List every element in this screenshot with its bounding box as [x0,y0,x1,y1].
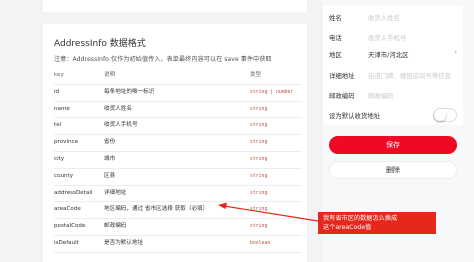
address-detail-field[interactable]: 详细地址 街道门牌、楼层房间号等信息 [323,64,463,86]
table-row: tel 收货人手机号 string [54,118,302,136]
default-address-label: 设为默认收货地址 [329,112,381,120]
postal-code-input[interactable]: 邮政编码 [368,91,394,100]
row-desc: 详细地址 [104,189,127,196]
area-field[interactable]: 地区 天津市/河北区 › [323,43,463,65]
table-row: name 收货人姓名 string [54,102,302,119]
address-detail-input[interactable]: 街道门牌、楼层房间号等信息 [368,71,451,80]
row-desc: 区县 [104,172,116,179]
row-desc: 是否为默认地址 [104,239,144,246]
row-type: string [250,123,268,129]
row-desc: 地区编码，通过 省市区选择 获取（必填） [104,206,209,213]
previous-card [43,0,307,12]
row-type: string [250,106,268,112]
row-type: string [250,156,268,162]
default-address-row: 设为默认收货地址 [323,104,463,125]
table-row: id 每条地址的唯一标识 string | number [54,85,302,102]
row-type: string [250,140,268,146]
address-detail-label: 详细地址 [329,72,355,80]
row-key: isDefault [54,239,79,246]
row-key: areaCode [54,206,81,213]
name-field[interactable]: 姓名 收货人姓名 [323,6,463,28]
col-type: 类型 [250,72,262,78]
area-value[interactable]: 天津市/河北区 [368,50,409,59]
row-key: name [54,105,70,112]
table-row: city 城市 string [54,152,302,169]
row-key: addressDetail [54,189,93,196]
doc-note: 注意：AddressInfo 仅作为初始值传入，表单最终内容可以在 save 事… [54,56,272,63]
table-row: province 省份 string [54,135,302,152]
area-label: 地区 [329,51,342,59]
params-table: key 说明 类型 id 每条地址的唯一标识 string | number n… [54,68,302,253]
row-key: city [54,155,65,162]
col-key: key [54,72,64,78]
row-desc: 收货人手机号 [104,122,138,129]
row-desc: 城市 [104,155,116,162]
save-button[interactable]: 保存 [329,136,457,154]
row-key: postalCode [54,223,86,230]
name-label: 姓名 [329,14,342,22]
row-type: string [250,207,268,213]
name-input[interactable]: 收货人姓名 [368,13,400,22]
chevron-right-icon: › [454,48,457,56]
row-key: tel [54,122,62,129]
annotation-line-2: 这个areaCode值 [323,224,372,231]
annotation-callout: 我有省市区的数据怎么换成 这个areaCode值 [318,212,436,234]
postal-code-field[interactable]: 邮政编码 邮政编码 [323,84,463,106]
postal-code-label: 邮政编码 [329,92,355,100]
row-type: boolean [250,240,271,246]
switch-knob [434,109,446,121]
table-header: key 说明 类型 [54,68,302,85]
row-key: id [54,88,60,95]
row-type: string | number [250,89,294,95]
delete-button[interactable]: 删除 [329,161,457,179]
doc-card: AddressInfo 数据格式 注意：AddressInfo 仅作为初始值传入… [43,24,307,262]
row-desc: 收货人姓名 [104,105,132,112]
tel-input[interactable]: 收货人手机号 [368,33,406,42]
row-desc: 省份 [104,139,116,146]
doc-title: AddressInfo 数据格式 [54,39,146,49]
row-type: string [250,190,268,196]
table-row: postalCode 邮政编码 string [54,219,302,236]
row-key: county [54,172,74,179]
table-row: county 区县 string [54,169,302,186]
annotation-line-1: 我有省市区的数据怎么换成 [323,215,398,222]
table-row: addressDetail 详细地址 string [54,186,302,203]
row-key: province [54,139,79,146]
col-desc: 说明 [104,72,116,78]
default-address-switch[interactable] [433,108,457,122]
table-row: areaCode 地区编码，通过 省市区选择 获取（必填） string [54,202,302,220]
table-row: isDefault 是否为默认地址 boolean [54,236,302,253]
row-desc: 每条地址的唯一标识 [104,88,155,95]
row-desc: 邮政编码 [104,223,127,230]
row-type: string [250,173,268,179]
tel-label: 电话 [329,34,342,42]
row-type: string [250,224,268,230]
